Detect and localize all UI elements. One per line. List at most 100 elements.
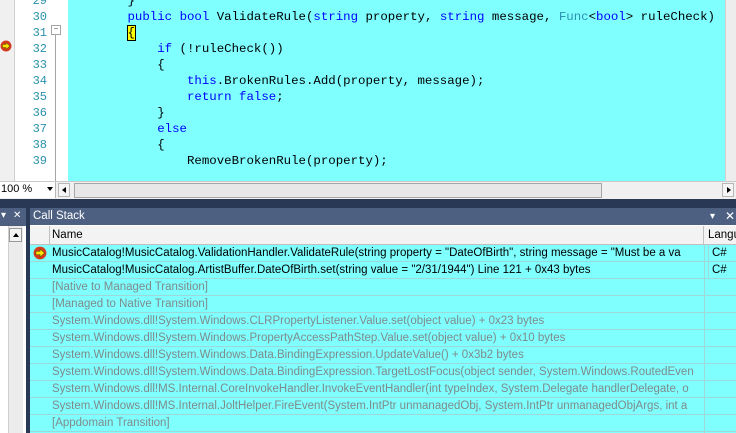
call-stack-row[interactable]: System.Windows.dll!System.Windows.Data.B… <box>30 364 736 381</box>
code-editor[interactable]: 29 30 31 32 33 34 35 36 37 38 39 − } public bool V… <box>0 0 736 181</box>
frame-name: [Managed to Native Transition] <box>52 298 208 310</box>
row-icon-slot <box>30 364 50 380</box>
code-text-area[interactable]: } public bool ValidateRule(string proper… <box>68 0 726 181</box>
row-icon-slot <box>30 347 50 363</box>
code-line: this.BrokenRules.Add(property, message); <box>68 73 484 89</box>
line-number: 35 <box>32 90 47 104</box>
code-token: { <box>157 58 165 72</box>
frame-name: System.Windows.dll!System.Windows.CLRPro… <box>52 315 545 327</box>
code-line: else <box>68 121 187 137</box>
left-vertical-scrollbar[interactable] <box>8 226 23 433</box>
call-stack-row[interactable]: [Appdomain Transition] <box>30 415 736 432</box>
outline-guide-line <box>55 26 56 181</box>
code-token: { <box>157 138 165 152</box>
left-tool-window: ▾ ✕ <box>0 208 26 433</box>
line-number: 37 <box>32 122 47 136</box>
code-line: { <box>68 137 165 153</box>
window-splitter[interactable] <box>0 199 736 208</box>
line-number: 30 <box>32 10 47 24</box>
call-stack-row[interactable]: MusicCatalog!MusicCatalog.ValidationHand… <box>30 245 736 262</box>
line-number: 39 <box>32 154 47 168</box>
call-stack-row[interactable]: MusicCatalog!MusicCatalog.ArtistBuffer.D… <box>30 262 736 279</box>
collapse-region-icon[interactable]: − <box>51 25 61 35</box>
matched-brace: { <box>126 25 136 41</box>
call-stack-title: Call Stack <box>33 210 85 222</box>
scroll-right-button[interactable] <box>722 183 734 197</box>
row-icon-slot <box>30 415 50 431</box>
chevron-down-icon <box>47 187 53 191</box>
current-frame-arrow-icon <box>30 245 50 261</box>
code-token: .BrokenRules.Add(property, message); <box>216 74 485 88</box>
row-icon-slot <box>30 381 50 397</box>
line-number: 36 <box>32 106 47 120</box>
frame-name: System.Windows.dll!MS.Internal.CoreInvok… <box>52 383 689 395</box>
column-header-language[interactable]: Langu <box>708 226 736 244</box>
frame-name: MusicCatalog!MusicCatalog.ValidationHand… <box>52 247 681 259</box>
code-token: } <box>157 106 165 120</box>
code-token: message, <box>484 10 559 24</box>
close-icon[interactable]: ✕ <box>725 208 735 225</box>
code-token: RemoveBrokenRule(property); <box>186 154 388 168</box>
row-icon-slot <box>30 313 50 329</box>
line-number: 32 <box>32 42 47 56</box>
code-token: } <box>127 0 135 8</box>
call-stack-row[interactable]: [Native to Managed Transition] <box>30 279 736 296</box>
call-stack-row[interactable]: System.Windows.dll!System.Windows.CLRPro… <box>30 313 736 330</box>
line-number: 34 <box>32 74 47 88</box>
horizontal-scroll-thumb[interactable] <box>74 183 602 198</box>
line-number-gutter: 29 30 31 32 33 34 35 36 37 38 39 <box>15 0 51 181</box>
code-keyword: string <box>439 10 485 24</box>
call-stack-list: MusicCatalog!MusicCatalog.ValidationHand… <box>30 245 736 433</box>
frame-language: C# <box>708 245 736 261</box>
call-stack-row[interactable]: [Managed to Native Transition] <box>30 296 736 313</box>
left-tool-window-body <box>0 226 26 433</box>
code-line: } <box>68 0 135 9</box>
call-stack-row[interactable]: System.Windows.dll!MS.Internal.JoltHelpe… <box>30 398 736 415</box>
close-icon[interactable]: ✕ <box>13 210 21 222</box>
code-line: { <box>68 57 165 73</box>
frame-language: C# <box>708 262 736 278</box>
line-number: 31 <box>32 26 47 40</box>
code-keyword: if <box>157 42 173 56</box>
code-keyword: else <box>157 122 187 136</box>
row-icon-slot <box>30 398 50 414</box>
call-stack-row[interactable]: System.Windows.dll!System.Windows.Data.B… <box>30 347 736 364</box>
line-number: 29 <box>32 0 47 8</box>
call-stack-row[interactable]: System.Windows.dll!System.Windows.Proper… <box>30 330 736 347</box>
code-line: { <box>68 25 136 41</box>
editor-status-bar: 100 % <box>0 181 736 199</box>
frame-name: System.Windows.dll!System.Windows.Data.B… <box>52 349 524 361</box>
call-stack-column-header: Name Langu <box>30 226 736 245</box>
frame-name: System.Windows.dll!MS.Internal.JoltHelpe… <box>52 400 688 412</box>
horizontal-scrollbar[interactable] <box>72 183 720 198</box>
vertical-scrollbar[interactable] <box>725 0 736 181</box>
frame-name: System.Windows.dll!System.Windows.Proper… <box>52 332 566 344</box>
line-number: 33 <box>32 58 47 72</box>
scroll-up-button[interactable] <box>9 228 22 242</box>
code-keyword: bool <box>179 10 210 24</box>
zoom-dropdown[interactable]: 100 % <box>0 182 56 198</box>
call-stack-row[interactable]: System.Windows.dll!MS.Internal.CoreInvok… <box>30 381 736 398</box>
code-line: RemoveBrokenRule(property); <box>68 153 388 169</box>
code-keyword: public <box>127 10 173 24</box>
pin-icon[interactable]: ▾ <box>1 210 6 222</box>
line-number: 38 <box>32 138 47 152</box>
scroll-left-button[interactable] <box>58 183 70 197</box>
frame-name: System.Windows.dll!System.Windows.Data.B… <box>52 366 694 378</box>
column-header-name[interactable]: Name <box>52 226 704 244</box>
code-line: } <box>68 105 165 121</box>
code-line: return false; <box>68 89 284 105</box>
call-stack-window: Call Stack ▾ ✕ Name Langu MusicCatalog!M… <box>30 208 736 433</box>
code-keyword: false <box>239 90 277 104</box>
row-icon-slot <box>30 296 50 312</box>
pin-dropdown-icon[interactable]: ▾ <box>710 208 715 225</box>
row-icon-slot <box>30 262 50 278</box>
